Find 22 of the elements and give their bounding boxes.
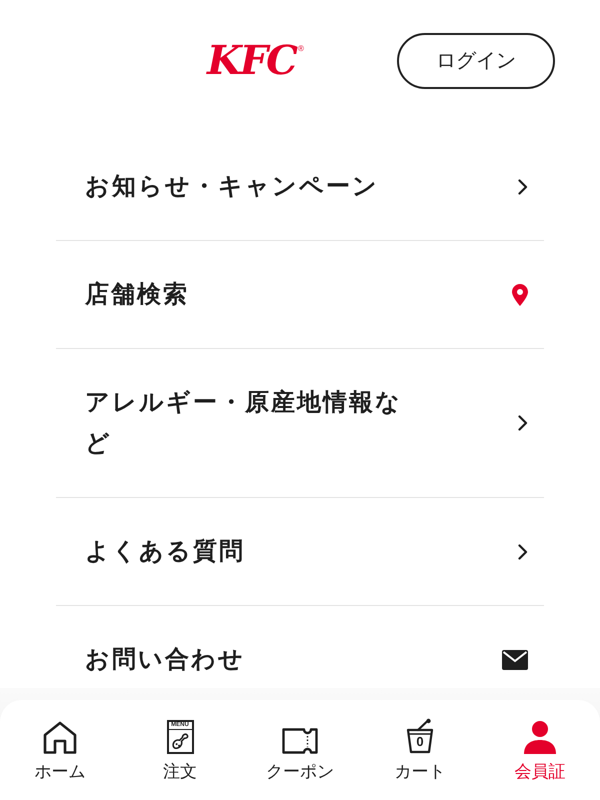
home-icon [43,721,77,754]
location-pin-icon [512,284,528,306]
chevron-right-icon [518,544,528,560]
drumstick-icon [172,733,188,749]
ticket-icon [282,728,318,754]
cart-count: 0 [415,735,425,749]
registered-mark: ® [298,45,304,53]
tab[interactable]: ホーム [0,700,120,800]
menu-item[interactable]: 店舗検索 [56,241,544,349]
tab[interactable]: 0 カート [360,700,480,800]
menu-item[interactable]: よくある質問 [56,498,544,606]
person-icon [523,720,557,754]
menu-item[interactable]: お問い合わせ [56,606,544,692]
menu-item[interactable]: アレルギー・原産地情報など [56,349,544,498]
chevron-right-icon [518,178,528,194]
login-button[interactable]: ログイン [397,33,555,89]
logo-text: KFC [207,41,296,81]
tab[interactable]: クーポン [240,700,360,800]
mail-icon [502,650,528,670]
menu-item[interactable]: お知らせ・キャンペーン [56,133,544,241]
tab[interactable]: 会員証 [480,700,600,800]
chevron-right-icon [518,415,528,431]
